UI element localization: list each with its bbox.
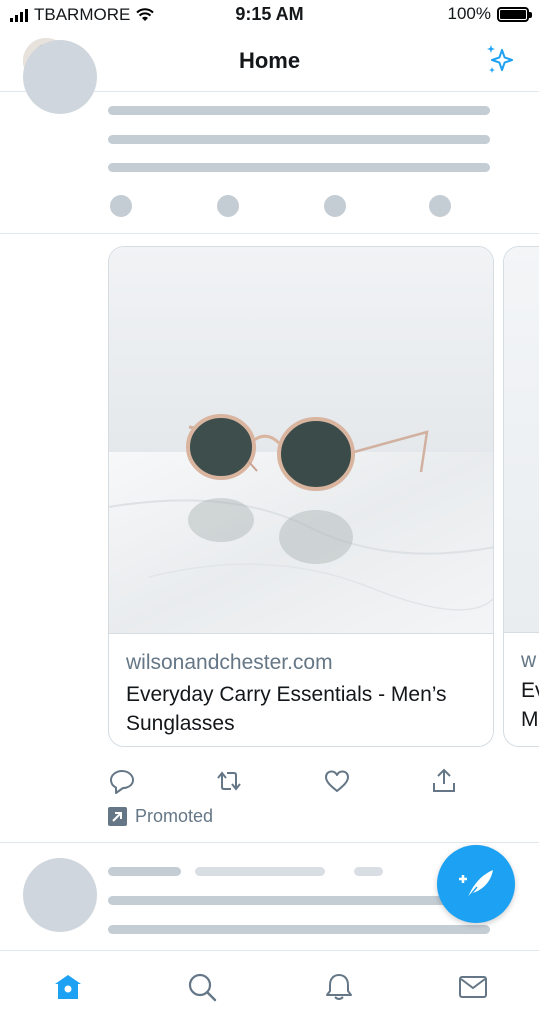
skeleton-line [108, 135, 490, 144]
promoted-arrow-icon [108, 807, 127, 826]
divider [0, 233, 539, 234]
skeleton-action [429, 195, 451, 217]
battery-icon [497, 6, 532, 22]
skeleton-line [195, 867, 325, 876]
promoted-label[interactable]: Promoted [108, 806, 213, 827]
skeleton-action [324, 195, 346, 217]
skeleton-line [108, 163, 490, 172]
share-icon[interactable] [430, 767, 458, 795]
battery-percent: 100% [447, 4, 491, 23]
divider [0, 842, 539, 843]
card-domain[interactable]: wilsonandchester.com [126, 650, 476, 676]
messages-icon[interactable] [457, 971, 489, 1003]
round-sunglasses-photo [109, 247, 493, 633]
carousel-card-next[interactable]: w Ev M [503, 246, 539, 747]
card-title-line: Ev [521, 679, 539, 702]
skeleton-avatar [23, 858, 97, 932]
home-icon[interactable] [52, 971, 84, 1003]
notifications-icon[interactable] [323, 971, 355, 1003]
carousel-card[interactable]: wilsonandchester.com Everyday Carry Esse… [108, 246, 494, 747]
compose-button[interactable] [437, 845, 515, 923]
skeleton-action [217, 195, 239, 217]
card-title[interactable]: Everyday Carry Essentials - Men’s Sungla… [126, 680, 476, 738]
sparkle-icon[interactable] [483, 42, 519, 78]
skeleton-line [108, 925, 490, 934]
card-text: wilsonandchester.com Everyday Carry Esse… [109, 633, 493, 746]
skeleton-line [108, 867, 181, 876]
card-title-line: M [521, 708, 539, 731]
skeleton-avatar [23, 40, 97, 114]
battery-group: 100% [447, 4, 532, 24]
skeleton-line [108, 896, 490, 905]
skeleton-action [110, 195, 132, 217]
skeleton-line [108, 106, 490, 115]
card-image [504, 247, 539, 633]
like-icon[interactable] [323, 767, 351, 795]
search-icon[interactable] [186, 971, 218, 1003]
promoted-text: Promoted [135, 806, 214, 826]
reply-icon[interactable] [108, 767, 136, 795]
tab-bar [0, 950, 539, 1024]
status-bar: TBARMORE 9:15 AM 100% [0, 0, 539, 30]
retweet-icon[interactable] [215, 767, 243, 795]
card-domain: w [521, 649, 537, 672]
compose-feather-icon [459, 870, 493, 900]
skeleton-line [354, 867, 383, 876]
